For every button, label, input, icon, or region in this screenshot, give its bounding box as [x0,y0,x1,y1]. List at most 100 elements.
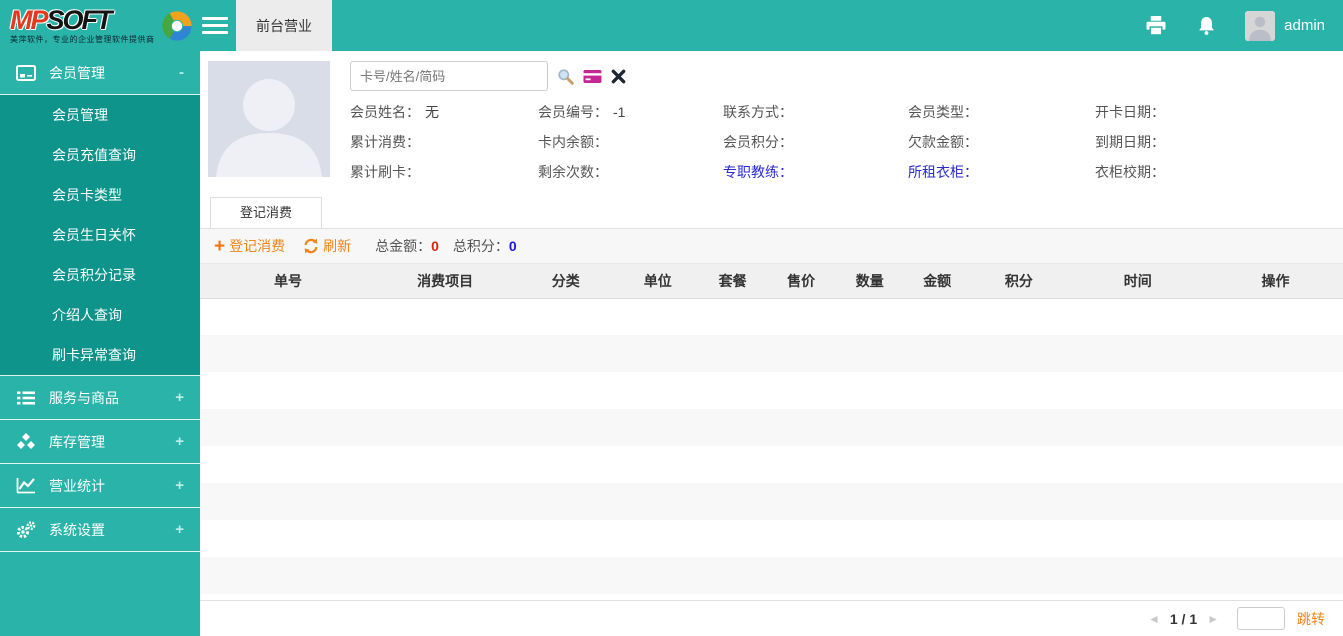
search-button[interactable] [557,68,574,85]
refresh-icon [303,238,319,254]
page-indicator: 1 / 1 [1170,611,1197,627]
table-row [200,298,1343,335]
sidebar-section-services-goods[interactable]: 服务与商品 + [0,376,200,420]
topbar: MPSOFT 美萍软件，专业的企业管理软件提供商 前台营业 [0,0,1343,51]
sidebar-item-recharge-query[interactable]: 会员充值查询 [0,135,200,175]
sidebar-section-member-management[interactable]: 会员管理 - [0,51,200,95]
clear-button[interactable] [611,69,626,84]
expand-icon[interactable]: + [175,521,184,538]
page-jump-input[interactable] [1237,607,1285,630]
expand-icon[interactable]: + [175,433,184,450]
member-info-panel: 会员姓名：无 会员编号：-1 联系方式： 会员类型： 开卡日期： 累计消费： 卡… [200,51,1343,197]
tab-register-consumption[interactable]: 登记消费 [210,197,322,228]
sidebar-section-label: 库存管理 [49,432,105,452]
sidebar-item-member-management[interactable]: 会员管理 [0,95,200,135]
card-icon [583,69,602,84]
topbar-tab-front-desk[interactable]: 前台营业 [236,0,332,51]
field-rented-locker-link[interactable]: 所租衣柜： [908,162,1095,182]
prev-page-icon[interactable]: ◄ [1144,612,1164,626]
table-row [200,520,1343,557]
col-consumption-item: 消费项目 [376,264,514,298]
printer-icon [1145,16,1167,36]
list-icon [16,389,38,407]
col-actions: 操作 [1208,264,1343,298]
page-jump-button[interactable]: 跳转 [1297,609,1325,629]
col-quantity: 数量 [835,264,904,298]
plus-icon: + [214,237,225,256]
sidebar-item-referrer-query[interactable]: 介绍人查询 [0,295,200,335]
search-icon [557,68,574,85]
col-order-no: 单号 [200,264,376,298]
expand-icon[interactable]: + [175,389,184,406]
sidebar-item-points-records[interactable]: 会员积分记录 [0,255,200,295]
sidebar-item-birthday-care[interactable]: 会员生日关怀 [0,215,200,255]
sidebar-section-label: 会员管理 [49,63,105,83]
table-header-row: 单号 消费项目 分类 单位 套餐 售价 数量 金额 积分 时间 操作 [200,264,1343,298]
notifications-button[interactable] [1195,15,1217,37]
expand-icon[interactable]: + [175,477,184,494]
main-content: 会员姓名：无 会员编号：-1 联系方式： 会员类型： 开卡日期： 累计消费： 卡… [200,51,1343,636]
collapse-icon[interactable]: - [179,64,184,81]
field-personal-coach-link[interactable]: 专职教练： [723,162,908,182]
col-price: 售价 [767,264,836,298]
next-page-icon[interactable]: ► [1203,612,1223,626]
field-total-spend: 累计消费： [350,132,538,152]
field-member-points: 会员积分： [723,132,908,152]
sidebar-item-card-types[interactable]: 会员卡类型 [0,175,200,215]
member-fields-grid: 会员姓名：无 会员编号：-1 联系方式： 会员类型： 开卡日期： 累计消费： 卡… [350,97,1333,187]
username-label[interactable]: admin [1284,17,1325,34]
field-remaining-times: 剩余次数： [538,162,723,182]
register-consumption-button[interactable]: + 登记消费 [214,236,285,256]
sidebar-section-label: 营业统计 [49,476,105,496]
field-debt-amount: 欠款金额： [908,132,1095,152]
sidebar-item-swipe-anomaly-query[interactable]: 刷卡异常查询 [0,335,200,375]
table-row [200,557,1343,594]
person-silhouette-icon [208,61,330,177]
field-card-balance: 卡内余额： [538,132,723,152]
total-amount-value: 0 [431,238,439,254]
total-points-value: 0 [509,238,517,254]
close-icon [611,69,626,84]
swipe-card-button[interactable] [583,69,602,84]
sidebar: 会员管理 - 会员管理 会员充值查询 会员卡类型 会员生日关怀 会员积分记录 介… [0,51,200,636]
print-button[interactable] [1145,15,1167,37]
total-amount-label: 总金额： [375,238,431,254]
content-tab-bar: 登记消费 [200,197,1343,228]
total-points-label: 总积分： [453,238,509,254]
brand-mp: MP [10,5,47,35]
table-row [200,372,1343,409]
sidebar-section-inventory[interactable]: 库存管理 + [0,420,200,464]
field-member-name: 会员姓名：无 [350,102,538,122]
member-search-row [350,61,626,91]
member-search-input[interactable] [350,61,548,91]
app-logo: MPSOFT 美萍软件，专业的企业管理软件提供商 [0,0,192,51]
bell-icon [1197,16,1216,36]
refresh-button[interactable]: 刷新 [303,236,351,256]
chart-icon [16,477,38,495]
sidebar-section-label: 系统设置 [49,520,105,540]
user-avatar[interactable] [1245,11,1275,41]
menu-toggle-icon[interactable] [202,13,228,38]
consumption-table: 单号 消费项目 分类 单位 套餐 售价 数量 金额 积分 时间 操作 [200,264,1343,594]
brand-text: MPSOFT [10,7,155,34]
totals-summary: 总金额：0总积分：0 [375,236,517,256]
table-row [200,335,1343,372]
col-time: 时间 [1067,264,1208,298]
sidebar-section-business-stats[interactable]: 营业统计 + [0,464,200,508]
field-total-swipes: 累计刷卡： [350,162,538,182]
avatar-person-icon [1245,11,1275,41]
member-card-icon [16,64,38,82]
brand-soft: SOFT [47,5,111,35]
table-row [200,483,1343,520]
field-member-no: 会员编号：-1 [538,102,723,122]
field-locker-expiry: 衣柜校期： [1095,162,1333,182]
col-package: 套餐 [698,264,767,298]
cubes-icon [16,433,38,451]
col-category: 分类 [514,264,617,298]
sidebar-section-label: 服务与商品 [49,388,119,408]
col-unit: 单位 [617,264,698,298]
col-amount: 金额 [904,264,970,298]
col-points: 积分 [970,264,1067,298]
sidebar-section-system-settings[interactable]: 系统设置 + [0,508,200,552]
pagination-bar: ◄ 1 / 1 ► 跳转 [200,600,1343,636]
